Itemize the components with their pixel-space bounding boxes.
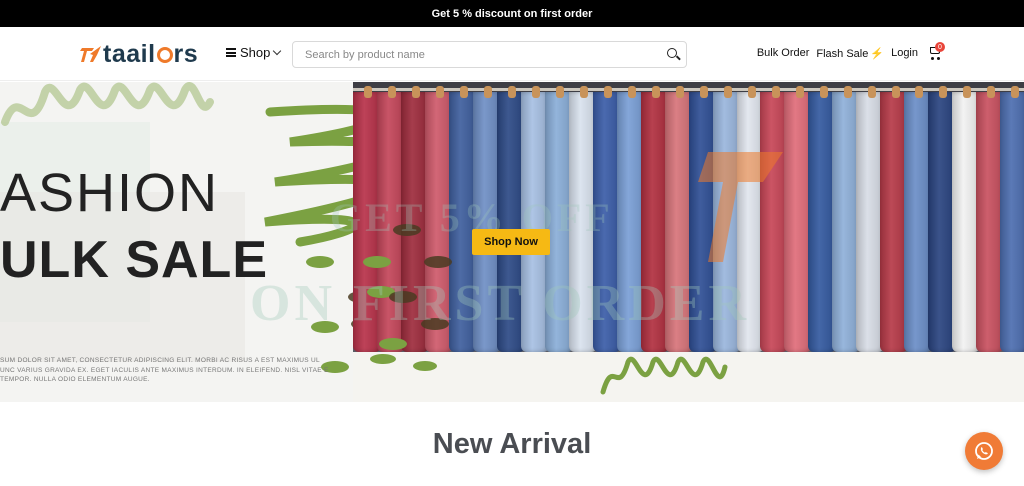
tailor-t-logo-icon [80,43,102,65]
promo-bar: Get 5 % discount on first order [0,0,1024,27]
flash-sale-link[interactable]: Flash Sale ⚡ [816,47,884,60]
banner-headline-2: ULK SALE [0,231,268,289]
whatsapp-icon [975,442,993,460]
hero-banner: GET 5% OFF ON FIRST ORDER ASHION ULK SAL… [0,82,1024,402]
search-icon[interactable] [660,42,686,67]
flash-sale-label: Flash Sale [816,47,869,60]
banner-bottom-band [353,352,1024,402]
promo-text: Get 5 % discount on first order [431,7,593,20]
shop-menu-label: Shop [240,45,271,60]
shop-menu-button[interactable]: Shop [226,45,282,60]
brand-wordmark: taail rs [103,40,199,68]
section-title-new-arrival: New Arrival [432,428,592,460]
cart-icon[interactable]: 0 [928,42,945,60]
login-link[interactable]: Login [891,47,918,59]
search-input[interactable] [293,42,660,67]
chevron-down-icon [273,46,282,55]
bulk-order-link[interactable]: Bulk Order [757,47,810,59]
brand-o-mark [156,47,173,63]
hamburger-menu-icon [226,48,236,57]
header-nav: Bulk Order Flash Sale ⚡ Login 0 [750,42,945,60]
shop-now-button[interactable]: Shop Now [472,229,550,255]
banner-body-text: SUM DOLOR SIT AMET, CONSECTETUR ADIPISCI… [0,357,329,383]
watermark-line-2: ON FIRST ORDER [250,275,751,332]
banner-headline-1: ASHION [0,163,220,223]
whatsapp-button[interactable] [965,432,1003,470]
banner-bottom-decor [370,354,728,395]
cart-count-badge: 0 [935,42,945,52]
lightning-icon: ⚡ [870,47,885,60]
brand-logo[interactable]: taail rs [80,41,198,67]
site-header: taailrs Shop Bulk Order Flash Sale⚡ Logi… [0,27,1024,81]
search-bar [292,41,687,68]
